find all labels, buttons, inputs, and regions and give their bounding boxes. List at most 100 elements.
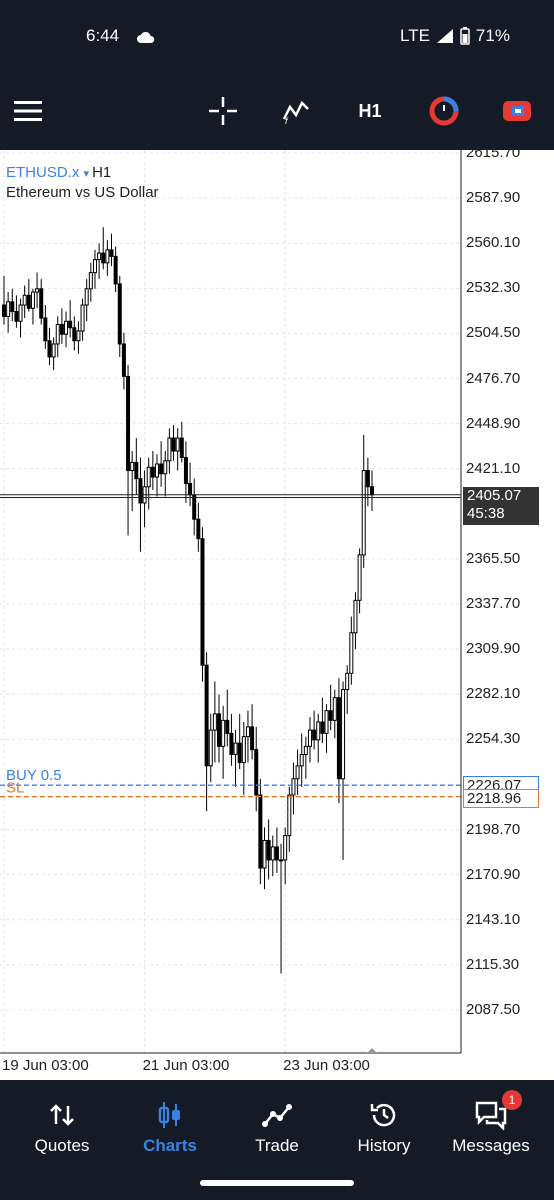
candle-body	[51, 343, 56, 358]
candle-body	[14, 311, 19, 322]
crosshair-icon	[209, 97, 237, 125]
price-tick-label: 2309.90	[466, 640, 521, 658]
candle-body	[200, 538, 205, 666]
candle-body	[345, 672, 350, 691]
clock-icon	[429, 96, 459, 126]
price-tick-label: 2476.70	[466, 369, 521, 387]
price-tick-label: 2337.70	[466, 595, 521, 613]
scroll-marker[interactable]	[367, 1048, 377, 1053]
nav-history[interactable]: History	[329, 1080, 439, 1170]
price-tick-label: 2115.30	[466, 955, 520, 973]
svg-text:f: f	[285, 116, 289, 125]
candle-body	[171, 437, 176, 452]
symbol-name[interactable]: ETHUSD.x	[6, 164, 79, 181]
candle-body	[221, 719, 226, 747]
sl-price-box: 2218.96	[463, 788, 539, 808]
nav-trade[interactable]: Trade	[222, 1080, 332, 1170]
stop-loss-label[interactable]: SL	[6, 780, 24, 797]
price-tick-label: 2198.70	[466, 820, 521, 838]
menu-icon	[14, 101, 42, 121]
clock-button[interactable]	[427, 94, 461, 128]
candle-body	[324, 710, 329, 734]
candle-body	[196, 518, 201, 540]
candle-body	[47, 340, 52, 358]
candle-body	[225, 719, 230, 734]
candle-body	[138, 478, 143, 504]
messages-badge: 1	[502, 1090, 522, 1110]
candle-body	[167, 437, 172, 462]
nav-charts[interactable]: Charts	[115, 1080, 225, 1170]
menu-button[interactable]	[11, 94, 45, 128]
candle-body	[134, 461, 139, 480]
network-label: LTE	[400, 26, 430, 45]
candle-body	[183, 457, 188, 485]
candle-body	[341, 689, 346, 780]
candle-body	[80, 304, 85, 332]
date-tick-label: 23 Jun 03:00	[283, 1057, 370, 1074]
candle-body	[279, 859, 284, 862]
price-tick-label: 2587.90	[466, 189, 521, 207]
candle-body	[287, 794, 292, 837]
symbol-description: Ethereum vs US Dollar	[6, 184, 159, 201]
candle-body	[26, 294, 31, 309]
symbol-dropdown-icon[interactable]: ▾	[84, 168, 93, 180]
candle-body	[146, 466, 151, 488]
quotes-icon	[50, 1104, 74, 1126]
current-price-box: 2405.07 45:38	[463, 486, 539, 525]
nav-messages[interactable]: 1 Messages	[436, 1080, 546, 1170]
candle-body	[250, 726, 255, 751]
home-indicator[interactable]	[200, 1180, 354, 1186]
candle-body	[121, 343, 126, 377]
candle-body	[109, 249, 114, 257]
nav-trade-label: Trade	[255, 1136, 299, 1155]
candle-body	[39, 288, 44, 319]
candle-body	[336, 697, 341, 780]
indicators-button[interactable]: f	[280, 94, 314, 128]
timeframe-button[interactable]: H1	[353, 94, 387, 128]
trade-nav-icon	[262, 1104, 292, 1127]
trade-icon	[503, 101, 531, 121]
candle-body	[307, 729, 312, 747]
candle-body	[117, 283, 122, 345]
price-tick-label: 2282.10	[466, 685, 521, 703]
signal-icon	[436, 29, 453, 43]
candle-body	[312, 729, 317, 741]
candle-body	[179, 437, 184, 459]
candle-body	[35, 288, 40, 293]
candle-body	[349, 632, 354, 674]
crosshair-button[interactable]	[206, 94, 240, 128]
status-bar: 6:44 LTE 71%	[0, 0, 554, 72]
date-tick-label: 21 Jun 03:00	[142, 1057, 230, 1074]
candle-body	[291, 778, 296, 796]
price-tick-label: 2504.50	[466, 324, 521, 342]
candle-body	[126, 375, 131, 472]
indicators-icon: f	[282, 100, 309, 125]
chart-area[interactable]: BUY 0.5 SL ETHUSD.x ▾ H1 Ethereum vs US D…	[0, 144, 554, 1080]
candle-body	[30, 291, 35, 309]
candle-body	[258, 794, 263, 869]
nav-history-label: History	[357, 1136, 411, 1155]
candle-body	[175, 437, 180, 452]
candle-body	[113, 255, 118, 285]
price-tick-label: 2143.10	[466, 910, 521, 928]
candle-body	[6, 301, 11, 317]
symbol-row[interactable]: ETHUSD.x ▾ H1	[6, 164, 111, 181]
nav-quotes[interactable]: Quotes	[7, 1080, 117, 1170]
candle-body	[274, 846, 279, 861]
candle-body	[217, 713, 222, 747]
candle-body	[361, 470, 366, 556]
candle-body	[97, 252, 102, 261]
candle-body	[262, 839, 267, 869]
candle-body	[130, 461, 135, 472]
candle-body	[43, 317, 48, 342]
candle-body	[18, 304, 23, 322]
battery-icon	[460, 27, 470, 45]
trade-button[interactable]	[500, 94, 534, 128]
cloud-icon	[137, 31, 155, 43]
candle-body	[88, 272, 93, 290]
candle-body	[283, 835, 288, 861]
price-tick-label: 2448.90	[466, 414, 521, 432]
price-tick-label: 2532.30	[466, 279, 521, 297]
candle-body	[353, 599, 358, 634]
candle-body	[154, 463, 159, 478]
